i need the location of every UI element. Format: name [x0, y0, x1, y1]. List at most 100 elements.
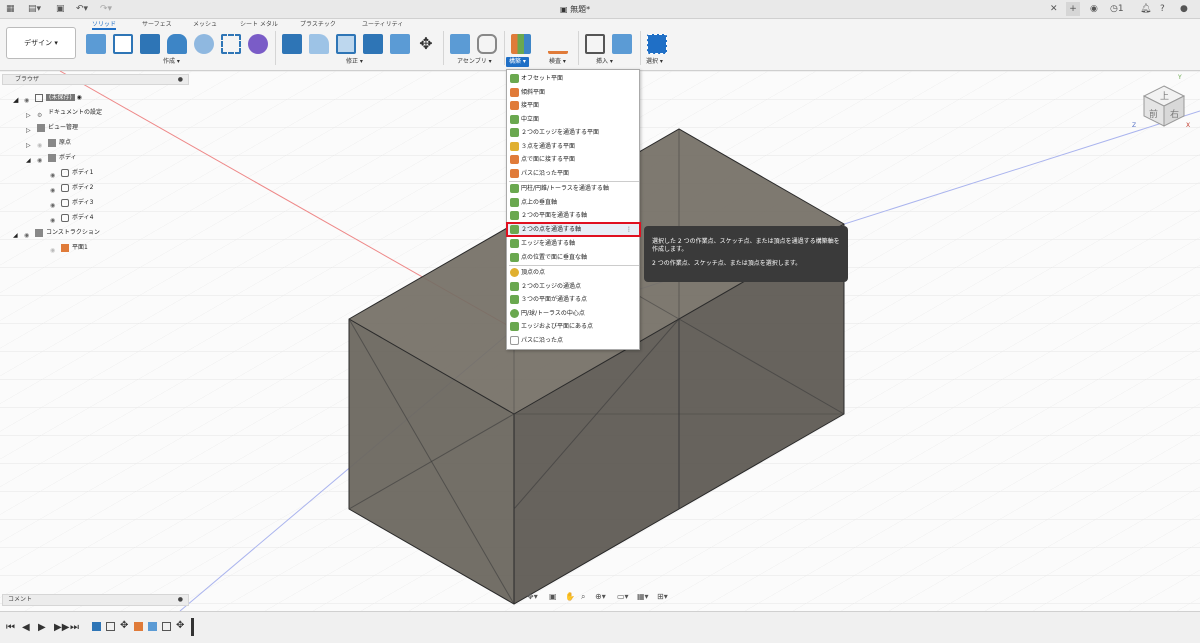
- collapse-icon[interactable]: ◢: [13, 94, 21, 104]
- group-inspect[interactable]: 検査 ▾: [546, 57, 569, 67]
- tab-utility[interactable]: ユーティリティ: [362, 20, 403, 30]
- menu-item-point-at-center[interactable]: 円/球/トーラスの中心点: [507, 307, 640, 320]
- split-body-icon[interactable]: [390, 34, 410, 54]
- menu-item-axis-through-cylinder[interactable]: 円柱/円錐/トーラスを通過する軸: [507, 182, 640, 195]
- menu-item-plane-through-two-edges[interactable]: ２つのエッジを通過する平面: [507, 126, 640, 139]
- collapse-icon[interactable]: ◢: [26, 154, 34, 164]
- hole-icon[interactable]: [194, 34, 214, 54]
- menu-item-point-through-two-edges[interactable]: ２つのエッジの通過点: [507, 280, 640, 293]
- visibility-icon[interactable]: ◉: [50, 199, 58, 209]
- tree-node-doc-settings[interactable]: ▷ ⚙ ドキュメントの設定: [26, 106, 102, 119]
- timeline-marker[interactable]: [191, 618, 194, 636]
- create-form-icon[interactable]: [248, 34, 268, 54]
- help-icon[interactable]: ?: [1160, 2, 1165, 16]
- tree-node-origin[interactable]: ▷ ◉ 原点: [26, 136, 71, 149]
- group-assemble[interactable]: アセンブリ ▾: [454, 57, 495, 67]
- extensions-icon[interactable]: ◉: [1090, 2, 1098, 16]
- move-icon[interactable]: ✥: [416, 34, 436, 54]
- timeline-split2-icon[interactable]: [162, 622, 171, 631]
- new-tab-icon[interactable]: +: [1066, 2, 1080, 16]
- step-forward-icon[interactable]: ▶▶: [54, 622, 69, 633]
- document-tab[interactable]: ▣ 無題*: [560, 2, 590, 17]
- timeline-plane-icon[interactable]: [134, 622, 143, 631]
- save-icon[interactable]: ▣: [56, 2, 65, 16]
- visibility-icon[interactable]: ◉: [37, 154, 45, 164]
- grid-settings-icon[interactable]: ▦▾: [637, 592, 649, 601]
- undo-icon[interactable]: ↶▾: [76, 2, 88, 16]
- fillet-icon[interactable]: [309, 34, 329, 54]
- group-construct[interactable]: 構築 ▾: [506, 57, 529, 67]
- expand-icon[interactable]: ▷: [26, 139, 34, 149]
- tab-solid[interactable]: ソリッド: [92, 20, 117, 30]
- timeline-move2-icon[interactable]: ✥: [176, 620, 184, 631]
- visibility-icon[interactable]: ◉: [50, 184, 58, 194]
- workspace-dropdown[interactable]: デザイン ▾: [6, 27, 76, 59]
- viewports-icon[interactable]: ⊞▾: [657, 592, 668, 601]
- tree-node-named-views[interactable]: ▷ ビュー管理: [26, 121, 78, 134]
- menu-item-axis-perpendicular-to-face[interactable]: 点の位置で面に垂直な軸: [507, 251, 640, 264]
- menu-item-plane-at-angle[interactable]: 傾斜平面: [507, 86, 640, 99]
- pan-icon[interactable]: ✋: [565, 592, 575, 601]
- job-status-icon[interactable]: ◷1: [1110, 2, 1124, 16]
- combine-icon[interactable]: [363, 34, 383, 54]
- comments-panel[interactable]: コメント ●: [2, 594, 189, 606]
- menu-item-tangent-plane[interactable]: 接平面: [507, 99, 640, 112]
- construct-plane-icon[interactable]: [511, 34, 531, 54]
- expand-icon[interactable]: ▷: [26, 109, 34, 119]
- shell-icon[interactable]: [336, 34, 356, 54]
- visibility-icon[interactable]: ◉: [24, 94, 32, 104]
- timeline-features[interactable]: ✥ ✥: [92, 618, 196, 636]
- group-insert[interactable]: 挿入 ▾: [593, 57, 616, 67]
- tree-node-body1[interactable]: ◉ ボディ1: [50, 166, 93, 179]
- tab-surface[interactable]: サーフェス: [142, 20, 172, 30]
- menu-item-axis-through-edge[interactable]: エッジを通過する軸: [507, 237, 640, 250]
- tree-node-body3[interactable]: ◉ ボディ3: [50, 196, 93, 209]
- menu-item-plane-through-three-points[interactable]: ３点を通過する平面: [507, 140, 640, 153]
- press-pull-icon[interactable]: [282, 34, 302, 54]
- tab-plastic[interactable]: プラスチック: [300, 20, 336, 30]
- visibility-icon[interactable]: ◉: [24, 229, 32, 239]
- insert-derive-icon[interactable]: [585, 34, 605, 54]
- visibility-icon[interactable]: ◉: [50, 169, 58, 179]
- notifications-icon[interactable]: 🔔︎: [1140, 2, 1151, 16]
- close-tab-icon[interactable]: ✕: [1050, 2, 1058, 16]
- app-grid-icon[interactable]: ▦: [6, 2, 15, 16]
- go-to-start-icon[interactable]: ⏮: [6, 622, 15, 633]
- zoom-icon[interactable]: ⌕: [581, 592, 585, 602]
- menu-item-axis-perpendicular-at-point[interactable]: 点上の垂直軸: [507, 196, 640, 209]
- comments-options-icon[interactable]: ●: [178, 595, 183, 605]
- user-avatar-icon[interactable]: ●: [1180, 2, 1188, 16]
- menu-item-point-through-three-planes[interactable]: ３つの平面が通過する点: [507, 293, 640, 306]
- menu-item-axis-through-two-planes[interactable]: ２つの平面を通過する軸: [507, 209, 640, 222]
- pattern-icon[interactable]: [221, 34, 241, 54]
- browser-options-icon[interactable]: ●: [178, 75, 183, 84]
- menu-item-point-edge-and-plane[interactable]: エッジおよび平面にある点: [507, 320, 640, 333]
- create-sketch-icon[interactable]: [113, 34, 133, 54]
- new-component-assembly-icon[interactable]: [450, 34, 470, 54]
- collapse-icon[interactable]: ◢: [13, 229, 21, 239]
- go-to-end-icon[interactable]: ⏭: [70, 622, 79, 633]
- tree-node-plane1[interactable]: ◉ 平面1: [50, 241, 88, 254]
- view-cube[interactable]: 上 前 右 Z Y X: [1132, 74, 1190, 129]
- menu-item-midplane[interactable]: 中立面: [507, 113, 640, 126]
- extrude-icon[interactable]: [140, 34, 160, 54]
- timeline-extrude-icon[interactable]: [92, 622, 101, 631]
- timeline-split-icon[interactable]: [106, 622, 115, 631]
- tab-mesh[interactable]: メッシュ: [193, 20, 217, 30]
- expand-icon[interactable]: ▷: [26, 124, 34, 134]
- look-at-icon[interactable]: ▣: [549, 592, 557, 601]
- measure-icon[interactable]: [548, 40, 568, 54]
- visibility-icon[interactable]: ◉: [50, 244, 58, 254]
- file-icon[interactable]: ▤▾: [28, 2, 41, 16]
- play-icon[interactable]: ▶: [38, 622, 46, 633]
- menu-item-point-along-path[interactable]: パスに沿った点: [507, 334, 640, 347]
- menu-item-plane-tangent-at-point[interactable]: 点で面に接する平面: [507, 153, 640, 166]
- revolve-icon[interactable]: [167, 34, 187, 54]
- redo-icon[interactable]: ↷▾: [100, 2, 112, 16]
- insert-canvas-icon[interactable]: [612, 34, 632, 54]
- orbit-icon[interactable]: ✥▾: [527, 592, 538, 601]
- tab-sheet-metal[interactable]: シート メタル: [240, 20, 278, 30]
- tree-node-bodies[interactable]: ◢ ◉ ボディ: [26, 151, 77, 164]
- more-options-icon[interactable]: ⋮: [626, 223, 632, 236]
- timeline-move-icon[interactable]: ✥: [120, 620, 128, 631]
